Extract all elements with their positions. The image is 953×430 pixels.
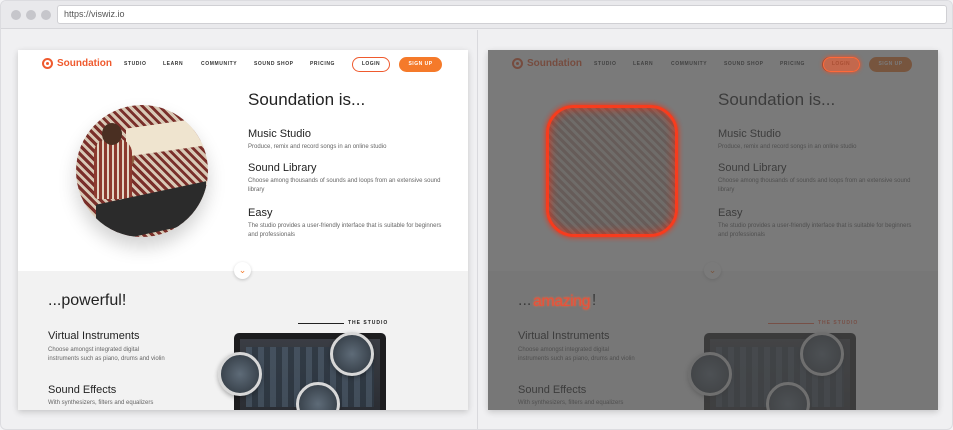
feature-desc: Choose among thousands of sounds and loo… bbox=[718, 178, 911, 193]
section-item-desc: Choose amongst integrated digital instru… bbox=[518, 347, 635, 362]
nav-item-community[interactable]: COMMUNITY bbox=[671, 61, 707, 67]
feature-title: Sound Library bbox=[248, 162, 317, 174]
studio-label: THE STUDIO bbox=[348, 320, 389, 326]
nav-item-studio[interactable]: STUDIO bbox=[594, 61, 617, 67]
nav-item-pricing[interactable]: PRICING bbox=[310, 61, 335, 67]
hero-photo bbox=[76, 105, 208, 237]
signup-button[interactable]: SIGN UP bbox=[869, 57, 912, 72]
site-logo[interactable]: Soundation bbox=[42, 58, 112, 69]
maximize-window-icon[interactable] bbox=[41, 10, 51, 20]
feature-desc: The studio provides a user-friendly inte… bbox=[248, 223, 442, 238]
section-item-title: Sound Effects bbox=[518, 384, 587, 396]
studio-rule bbox=[298, 323, 344, 324]
nav-item-studio[interactable]: STUDIO bbox=[124, 61, 147, 67]
feature-title: Easy bbox=[248, 207, 273, 219]
diff-highlight-photo bbox=[546, 105, 678, 237]
signup-button[interactable]: SIGN UP bbox=[399, 57, 442, 72]
title-bar: https://viswiz.io bbox=[1, 1, 952, 29]
feature-desc: Choose among thousands of sounds and loo… bbox=[248, 178, 441, 193]
feature-desc: The studio provides a user-friendly inte… bbox=[718, 223, 912, 238]
magnifier-circle bbox=[218, 352, 262, 396]
feature-title: Sound Library bbox=[718, 162, 787, 174]
nav-item-pricing[interactable]: PRICING bbox=[780, 61, 805, 67]
section-item-desc: With synthesizers, filters and equalizer… bbox=[48, 400, 154, 406]
logo-text: Soundation bbox=[527, 58, 582, 69]
nav-item-community[interactable]: COMMUNITY bbox=[201, 61, 237, 67]
section-item-title: Sound Effects bbox=[48, 384, 117, 396]
site-logo[interactable]: Soundation bbox=[512, 58, 582, 69]
comparison-view: Soundation STUDIO LEARN COMMUNITY SOUND … bbox=[1, 30, 952, 429]
section-item-desc: Choose amongst integrated digital instru… bbox=[48, 347, 165, 362]
nav-item-learn[interactable]: LEARN bbox=[633, 61, 653, 67]
section-title-prefix: ... bbox=[518, 292, 532, 309]
section-item-title: Virtual Instruments bbox=[48, 330, 140, 342]
section-item-desc: With synthesizers, filters and equalizer… bbox=[518, 400, 624, 406]
nav-item-sound-shop[interactable]: SOUND SHOP bbox=[254, 61, 294, 67]
address-bar[interactable]: https://viswiz.io bbox=[57, 5, 947, 24]
site-nav: Soundation STUDIO LEARN COMMUNITY SOUND … bbox=[488, 50, 938, 80]
browser-window: https://viswiz.io Soundation STUDIO LEAR… bbox=[0, 0, 953, 430]
soundation-logo-icon bbox=[42, 58, 53, 69]
baseline-pane: Soundation STUDIO LEARN COMMUNITY SOUND … bbox=[18, 50, 468, 410]
pane-divider[interactable] bbox=[477, 30, 478, 429]
chevron-down-icon[interactable]: ⌄ bbox=[704, 262, 721, 279]
section-item-title: Virtual Instruments bbox=[518, 330, 610, 342]
logo-text: Soundation bbox=[57, 58, 112, 69]
nav-item-learn[interactable]: LEARN bbox=[163, 61, 183, 67]
soundation-logo-icon bbox=[512, 58, 523, 69]
diff-highlight-login bbox=[823, 57, 860, 72]
hero-title: Soundation is... bbox=[248, 90, 366, 109]
feature-title: Easy bbox=[718, 207, 743, 219]
feature-title: Music Studio bbox=[718, 128, 781, 140]
feature-desc: Produce, remix and record songs in an on… bbox=[248, 144, 387, 150]
minimize-window-icon[interactable] bbox=[26, 10, 36, 20]
diff-pane: Soundation STUDIO LEARN COMMUNITY SOUND … bbox=[488, 50, 938, 410]
section-title-suffix: ! bbox=[591, 292, 597, 309]
close-window-icon[interactable] bbox=[11, 10, 21, 20]
hero-title: Soundation is... bbox=[718, 90, 836, 109]
section-title: ...powerful! bbox=[48, 292, 127, 309]
studio-label: THE STUDIO bbox=[818, 320, 859, 326]
chevron-down-icon[interactable]: ⌄ bbox=[234, 262, 251, 279]
nav-item-sound-shop[interactable]: SOUND SHOP bbox=[724, 61, 764, 67]
magnifier-circle bbox=[800, 332, 844, 376]
studio-rule bbox=[768, 323, 814, 324]
site-nav: Soundation STUDIO LEARN COMMUNITY SOUND … bbox=[18, 50, 468, 80]
magnifier-circle bbox=[330, 332, 374, 376]
magnifier-circle bbox=[688, 352, 732, 396]
feature-desc: Produce, remix and record songs in an on… bbox=[718, 144, 857, 150]
diff-highlight-word: amazing bbox=[533, 293, 590, 310]
login-button[interactable]: LOGIN bbox=[352, 57, 390, 72]
feature-title: Music Studio bbox=[248, 128, 311, 140]
